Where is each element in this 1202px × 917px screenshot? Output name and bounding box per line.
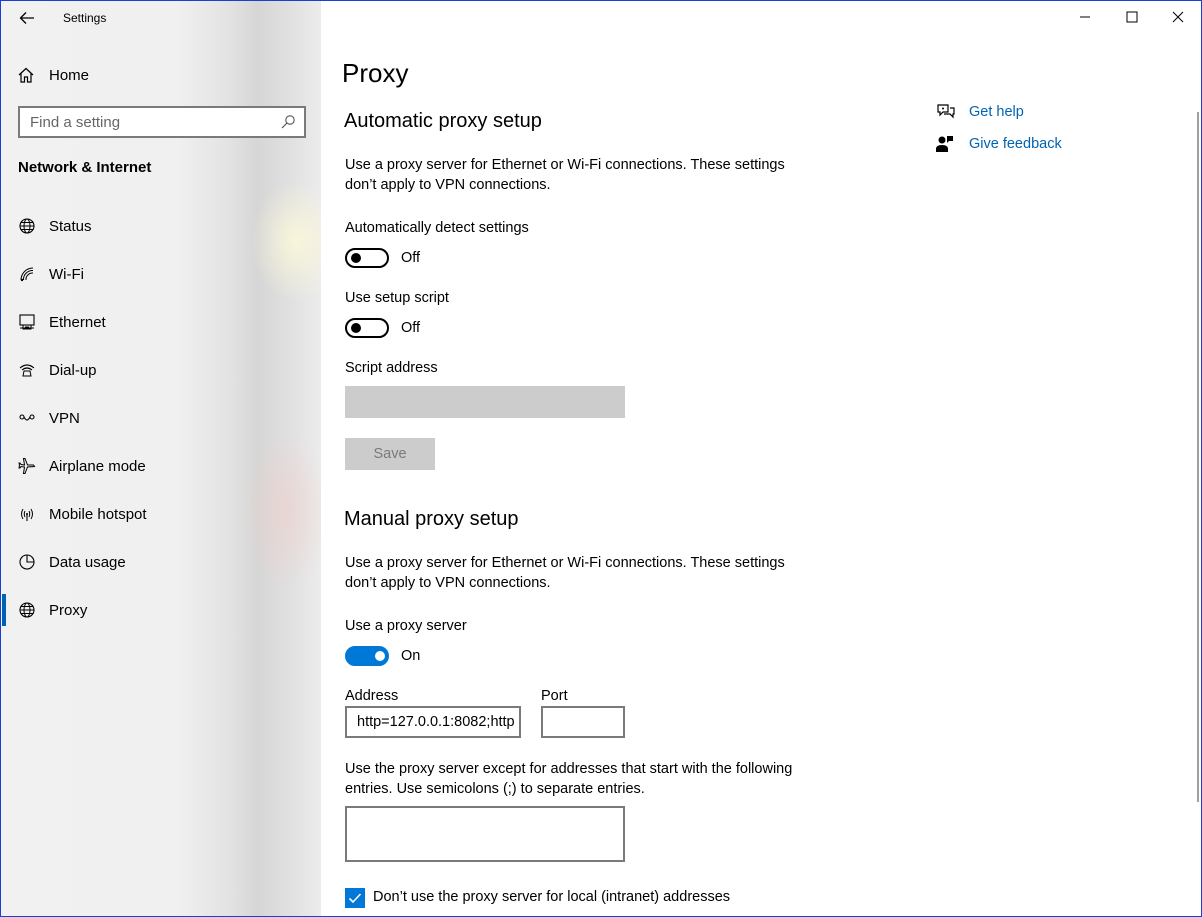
back-button[interactable] (15, 7, 39, 29)
search-box[interactable] (18, 106, 306, 138)
detect-settings-toggle[interactable] (345, 248, 389, 268)
script-address-field (345, 386, 625, 418)
sidebar-item-label: Status (49, 217, 92, 235)
toggle-knob (351, 253, 361, 263)
script-address-label: Script address (345, 360, 438, 376)
sidebar-item-label: Wi-Fi (49, 265, 84, 283)
home-label: Home (49, 66, 90, 84)
exceptions-textarea[interactable] (345, 806, 625, 862)
detect-settings-label: Automatically detect settings (345, 220, 529, 236)
help-chat-icon (935, 102, 955, 122)
use-proxy-toggle[interactable] (345, 646, 389, 666)
page-title: Proxy (342, 58, 409, 88)
globe-status-icon (18, 217, 36, 235)
feedback-person-icon (935, 134, 955, 154)
close-icon (1172, 11, 1184, 23)
sidebar-item-label: Dial-up (49, 361, 97, 379)
sidebar-item-label: Ethernet (49, 313, 106, 331)
back-arrow-icon (19, 12, 34, 24)
section-title: Network & Internet (18, 159, 152, 176)
active-indicator (2, 594, 6, 626)
close-button[interactable] (1155, 4, 1201, 30)
ethernet-icon (18, 313, 36, 331)
port-input[interactable] (541, 706, 625, 738)
manual-proxy-description: Use a proxy server for Ethernet or Wi-Fi… (345, 555, 785, 591)
sidebar-item-label: Data usage (49, 553, 126, 571)
sidebar-item-label: VPN (49, 409, 80, 427)
globe-icon (18, 601, 36, 619)
sidebar-item-airplane[interactable]: Airplane mode (2, 446, 321, 486)
auto-proxy-description: Use a proxy server for Ethernet or Wi-Fi… (345, 157, 785, 193)
sidebar-item-label: Airplane mode (49, 457, 146, 475)
save-button: Save (345, 438, 435, 470)
port-label: Port (541, 688, 568, 704)
toggle-knob (375, 651, 385, 661)
sidebar-item-vpn[interactable]: VPN (2, 398, 321, 438)
sidebar-item-proxy[interactable]: Proxy (2, 590, 321, 630)
sidebar-item-label: Mobile hotspot (49, 505, 147, 523)
sidebar: Settings Home Network & Internet Status … (1, 1, 321, 916)
exceptions-description: Use the proxy server except for addresse… (345, 761, 793, 797)
sidebar-item-dialup[interactable]: Dial-up (2, 350, 321, 390)
address-label: Address (345, 688, 399, 704)
search-icon (281, 115, 295, 129)
search-input[interactable] (30, 113, 280, 131)
auto-proxy-heading: Automatic proxy setup (344, 110, 542, 132)
local-addresses-label: Don’t use the proxy server for local (in… (373, 889, 731, 905)
use-proxy-label: Use a proxy server (345, 618, 467, 634)
dialup-icon (18, 361, 36, 379)
sidebar-item-label: Proxy (49, 601, 88, 619)
give-feedback-label[interactable]: Give feedback (969, 136, 1062, 152)
toggle-knob (351, 323, 361, 333)
sidebar-item-wifi[interactable]: Wi-Fi (2, 254, 321, 294)
local-addresses-checkbox[interactable] (345, 888, 365, 908)
sidebar-item-data-usage[interactable]: Data usage (2, 542, 321, 582)
home-nav-item[interactable]: Home (17, 65, 89, 85)
wifi-icon (18, 265, 36, 283)
sidebar-item-hotspot[interactable]: Mobile hotspot (2, 494, 321, 534)
minimize-icon (1080, 16, 1090, 18)
setup-script-label: Use setup script (345, 290, 449, 306)
hotspot-icon (18, 505, 36, 523)
detect-settings-state: Off (401, 250, 421, 266)
home-icon (18, 67, 34, 83)
minimize-button[interactable] (1062, 4, 1108, 30)
maximize-button[interactable] (1109, 4, 1155, 30)
window-title: Settings (63, 11, 107, 25)
get-help-label[interactable]: Get help (969, 104, 1024, 120)
setup-script-state: Off (401, 320, 421, 336)
scrollbar[interactable] (1197, 112, 1199, 802)
vpn-icon (18, 409, 36, 427)
address-input[interactable]: http=127.0.0.1:8082;http (345, 706, 521, 738)
manual-proxy-heading: Manual proxy setup (344, 508, 519, 530)
give-feedback-link[interactable]: Give feedback (935, 134, 1062, 154)
checkmark-icon (348, 893, 362, 904)
sidebar-item-status[interactable]: Status (2, 206, 321, 246)
data-usage-icon (18, 553, 36, 571)
sidebar-item-ethernet[interactable]: Ethernet (2, 302, 321, 342)
airplane-icon (18, 457, 36, 475)
setup-script-toggle[interactable] (345, 318, 389, 338)
get-help-link[interactable]: Get help (935, 102, 1024, 122)
use-proxy-state: On (401, 648, 421, 664)
maximize-icon (1126, 11, 1138, 23)
